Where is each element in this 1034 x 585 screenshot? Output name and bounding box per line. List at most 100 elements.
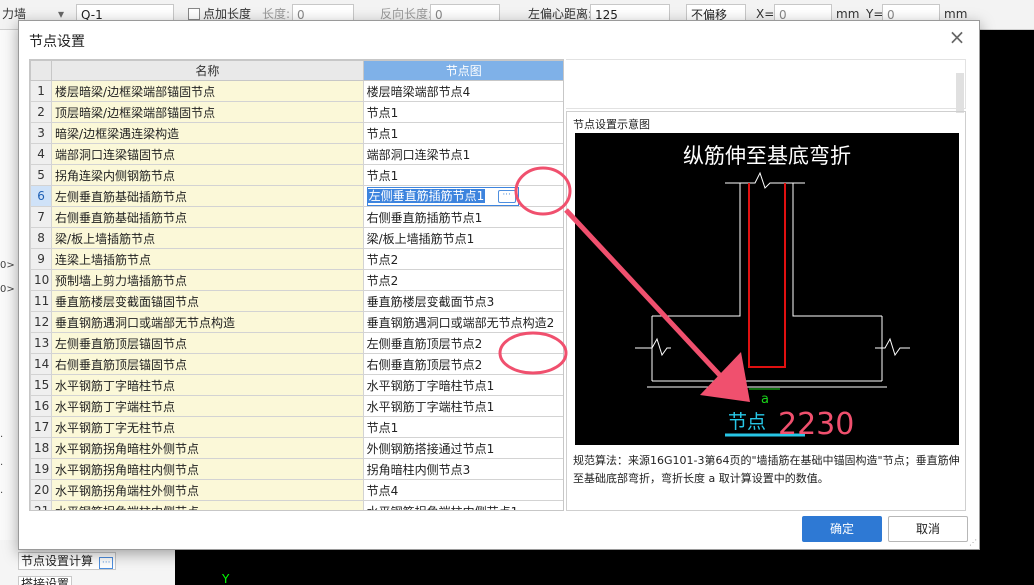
node-cell[interactable]: 水平钢筋拐角端柱内侧节点1: [362, 500, 563, 510]
row-index: 8: [30, 227, 53, 249]
table-row[interactable]: 17 水平钢筋丁字无柱节点 节点1: [30, 416, 563, 438]
node-cell[interactable]: 梁/板上墙插筋节点1: [362, 227, 563, 249]
table-row[interactable]: 11 垂直筋楼层变截面锚固节点 垂直筋楼层变截面节点3: [30, 290, 563, 312]
node-cell[interactable]: 节点2: [362, 248, 563, 270]
table-row[interactable]: 5 拐角连梁内侧钢筋节点 节点1: [30, 164, 563, 186]
table-row[interactable]: 19 水平钢筋拐角暗柱内侧节点 拐角暗柱内侧节点3: [30, 458, 563, 480]
row-index: 16: [30, 395, 53, 417]
node-grid: 名称 节点图 1 楼层暗梁/边框梁端部锚固节点 楼层暗梁端部节点4 2 顶层暗梁/边框梁…: [29, 59, 564, 511]
diagram-panel: 节点设置示意图 纵筋伸至基底弯折 a 节点 规范算法：来源16G101-3第64…: [566, 111, 966, 511]
row-index: 21: [30, 500, 53, 510]
table-row[interactable]: 3 暗梁/边框梁遇连梁构造 节点1: [30, 122, 563, 144]
row-index: 12: [30, 311, 53, 333]
table-row[interactable]: 16 水平钢筋丁字端柱节点 水平钢筋丁字端柱节点1: [30, 395, 563, 417]
scrollbar[interactable]: [956, 73, 964, 113]
node-cell[interactable]: 外侧钢筋搭接通过节点1: [362, 437, 563, 459]
table-row[interactable]: 8 梁/板上墙插筋节点 梁/板上墙插筋节点1: [30, 227, 563, 249]
node-cell[interactable]: 拐角暗柱内侧节点3: [362, 458, 563, 480]
node-table: 名称 节点图 1 楼层暗梁/边框梁端部锚固节点 楼层暗梁端部节点4 2 顶层暗梁/边框梁…: [30, 60, 563, 510]
table-row[interactable]: 20 水平钢筋拐角端柱外侧节点 节点4: [30, 479, 563, 501]
left-mark: ·: [0, 432, 4, 443]
row-name: 左侧垂直筋基础插筋节点: [51, 185, 364, 207]
row-name: 暗梁/边框梁遇连梁构造: [51, 122, 364, 144]
ok-button[interactable]: 确定: [802, 516, 882, 542]
node-cell[interactable]: 节点1: [362, 101, 563, 123]
row-name: 水平钢筋拐角端柱内侧节点: [51, 500, 364, 510]
row-name: 垂直钢筋遇洞口或端部无节点构造: [51, 311, 364, 333]
ellipsis-icon[interactable]: ···: [497, 189, 516, 203]
node-cell[interactable]: 楼层暗梁端部节点4: [362, 80, 563, 102]
node-cell-editing[interactable]: 左侧垂直筋插筋节点1 ···: [362, 185, 563, 207]
node-cell[interactable]: 节点1: [362, 416, 563, 438]
rebar-left: [748, 183, 780, 368]
row-name: 楼层暗梁/边框梁端部锚固节点: [51, 80, 364, 102]
row-name: 垂直筋楼层变截面锚固节点: [51, 290, 364, 312]
table-row[interactable]: 9 连梁上墙插筋节点 节点2: [30, 248, 563, 270]
node-column-header[interactable]: 节点图: [362, 60, 563, 81]
table-row[interactable]: 1 楼层暗梁/边框梁端部锚固节点 楼层暗梁端部节点4: [30, 80, 563, 102]
table-row[interactable]: 13 左侧垂直筋顶层锚固节点 左侧垂直筋顶层节点2: [30, 332, 563, 354]
table-row[interactable]: 15 水平钢筋丁字暗柱节点 水平钢筋丁字暗柱节点1: [30, 374, 563, 396]
break-line-right: [875, 337, 910, 357]
table-row[interactable]: 21水平钢筋拐角端柱内侧节点水平钢筋拐角端柱内侧节点1: [30, 500, 563, 510]
rebar-right: [757, 183, 786, 368]
table-row[interactable]: 12 垂直钢筋遇洞口或端部无节点构造 垂直钢筋遇洞口或端部无节点构造2: [30, 311, 563, 333]
node-cell[interactable]: 垂直筋楼层变截面节点3: [362, 290, 563, 312]
grid-side-blank: [566, 59, 966, 109]
left-mark: ·: [0, 488, 4, 499]
table-row[interactable]: 6 左侧垂直筋基础插筋节点 左侧垂直筋插筋节点1 ···: [30, 185, 563, 207]
table-row[interactable]: 14 右侧垂直筋顶层锚固节点 右侧垂直筋顶层节点2: [30, 353, 563, 375]
node-cell[interactable]: 左侧垂直筋顶层节点2: [362, 332, 563, 354]
row-index: 15: [30, 374, 53, 396]
row-name: 水平钢筋丁字无柱节点: [51, 416, 364, 438]
node-cell[interactable]: 水平钢筋丁字端柱节点1: [362, 395, 563, 417]
row-index: 11: [30, 290, 53, 312]
anchor-setting-row[interactable]: 搭接设置: [18, 576, 73, 585]
resize-grip-icon[interactable]: ⋰: [969, 539, 977, 547]
row-index: 20: [30, 479, 53, 501]
node-cell[interactable]: 垂直钢筋遇洞口或端部无节点构造2: [362, 311, 563, 333]
ellipsis-icon[interactable]: ···: [98, 557, 114, 569]
node-cell[interactable]: 右侧垂直筋插筋节点1: [362, 206, 563, 228]
row-index: 6: [30, 185, 53, 207]
add-length-checkbox[interactable]: [188, 8, 200, 20]
app-left-panel: 0> 0> · · ·: [0, 30, 18, 585]
node-calc-row[interactable]: 节点设置计算 ···: [18, 552, 117, 570]
node-cell[interactable]: 节点4: [362, 479, 563, 501]
table-row[interactable]: 18 水平钢筋拐角暗柱外侧节点 外侧钢筋搭接通过节点1: [30, 437, 563, 459]
table-row[interactable]: 7 右侧垂直筋基础插筋节点 右侧垂直筋插筋节点1: [30, 206, 563, 228]
row-index: 10: [30, 269, 53, 291]
drawing-area-right: [980, 30, 1034, 585]
node-cell[interactable]: 水平钢筋丁字暗柱节点1: [362, 374, 563, 396]
node-cell[interactable]: 节点1: [362, 164, 563, 186]
table-row[interactable]: 10 预制墙上剪力墙插筋节点 节点2: [30, 269, 563, 291]
row-name: 预制墙上剪力墙插筋节点: [51, 269, 364, 291]
node-cell[interactable]: 端部洞口连梁节点1: [362, 143, 563, 165]
close-icon[interactable]: ×: [947, 27, 967, 47]
left-mark: 0>: [0, 284, 15, 295]
node-editor-text: 左侧垂直筋插筋节点1: [367, 188, 486, 203]
node-editor[interactable]: 左侧垂直筋插筋节点1 ···: [366, 186, 519, 206]
row-name: 左侧垂直筋顶层锚固节点: [51, 332, 364, 354]
diagram-note: 规范算法：来源16G101-3第64页的"墙插筋在基础中锚固构造"节点；垂直筋伸…: [573, 454, 960, 485]
node-cell[interactable]: 节点2: [362, 269, 563, 291]
node-cell[interactable]: 节点1: [362, 122, 563, 144]
wall-outline-left: [652, 183, 741, 317]
node-settings-dialog: 节点设置 × 名称 节点图 1 楼层暗梁/边框梁端部锚固节点 楼层暗梁端部节点4 2 顶…: [18, 20, 980, 550]
row-index: 9: [30, 248, 53, 270]
row-name: 水平钢筋拐角暗柱内侧节点: [51, 458, 364, 480]
row-name: 梁/板上墙插筋节点: [51, 227, 364, 249]
node-diagram: 纵筋伸至基底弯折 a 节点: [575, 133, 959, 445]
table-row[interactable]: 4 端部洞口连梁锚固节点 端部洞口连梁节点1: [30, 143, 563, 165]
row-index: 17: [30, 416, 53, 438]
row-name: 顶层暗梁/边框梁端部锚固节点: [51, 101, 364, 123]
dialog-title: 节点设置: [29, 34, 85, 50]
table-row[interactable]: 2 顶层暗梁/边框梁端部锚固节点 节点1: [30, 101, 563, 123]
left-mark: ·: [0, 460, 4, 471]
index-column-header: [30, 60, 53, 81]
row-index: 13: [30, 332, 53, 354]
row-name: 拐角连梁内侧钢筋节点: [51, 164, 364, 186]
cancel-button[interactable]: 取消: [888, 516, 968, 542]
node-cell[interactable]: 右侧垂直筋顶层节点2: [362, 353, 563, 375]
name-column-header[interactable]: 名称: [51, 60, 364, 81]
